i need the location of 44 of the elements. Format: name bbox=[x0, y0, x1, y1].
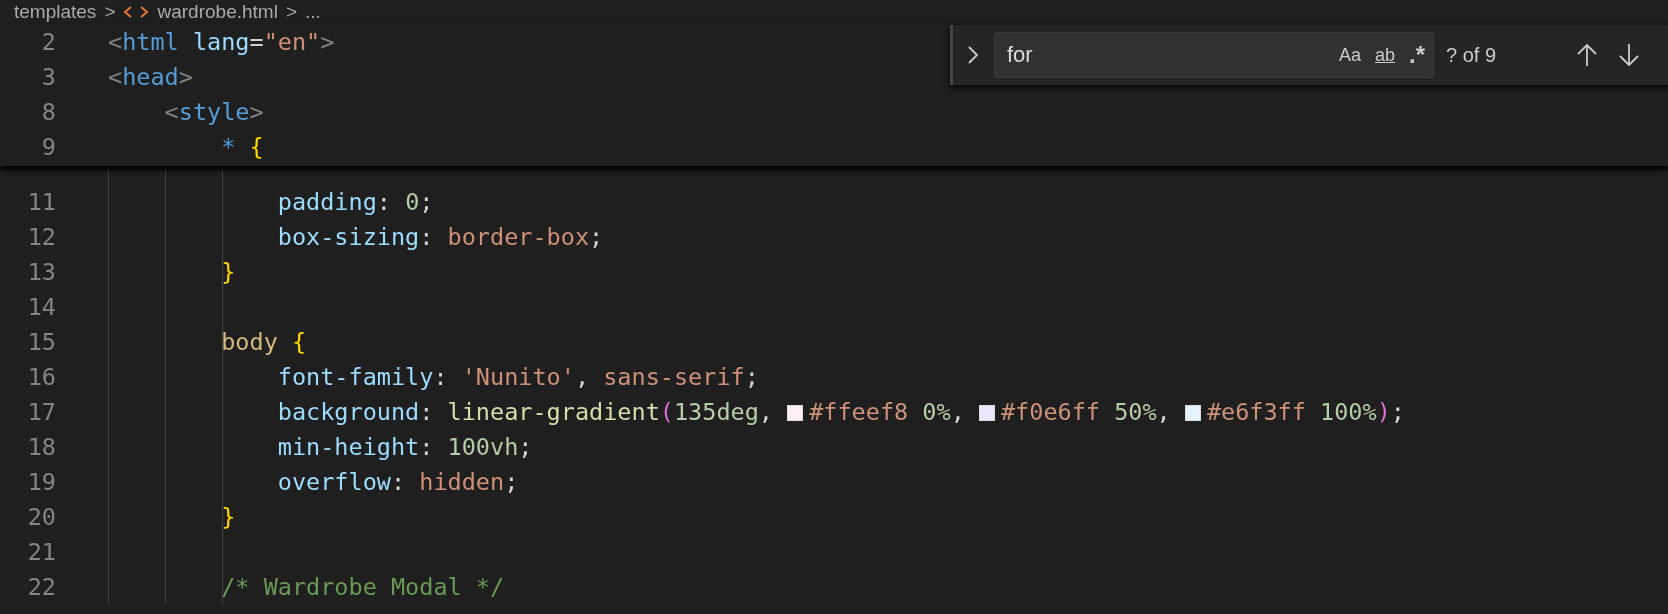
line-number: 3 bbox=[40, 62, 56, 91]
match-count: ? of 9 bbox=[1446, 43, 1498, 67]
code-line: } bbox=[220, 257, 236, 286]
arrow-down-icon[interactable] bbox=[1618, 42, 1640, 68]
line-number: 16 bbox=[26, 362, 56, 391]
code-line: <head> bbox=[108, 62, 193, 91]
code-line: background: linear-gradient(135deg, #ffeef8 0%, #f0e6ff 50%, #e6f3ff 100%); bbox=[276, 397, 1405, 426]
code-line: padding: 0; bbox=[276, 187, 434, 216]
code-line: <style> bbox=[163, 97, 264, 126]
line-number: 14 bbox=[26, 292, 56, 321]
line-number: 20 bbox=[26, 502, 56, 531]
line-number: 17 bbox=[26, 397, 56, 426]
line-number: 8 bbox=[40, 97, 56, 126]
line-number: 9 bbox=[40, 132, 56, 161]
line-number: 18 bbox=[26, 432, 56, 461]
line-number: 13 bbox=[26, 257, 56, 286]
find-input-field[interactable]: for Aa ab .* bbox=[994, 32, 1434, 78]
code-line: <html lang="en"> bbox=[108, 27, 335, 56]
code-line: /* Wardrobe Modal */ bbox=[220, 572, 505, 601]
regex-toggle[interactable]: .* bbox=[1409, 41, 1425, 69]
whole-word-toggle[interactable]: ab bbox=[1374, 44, 1395, 66]
breadcrumb-file[interactable]: wardrobe.html bbox=[157, 1, 278, 23]
line-number: 11 bbox=[26, 187, 56, 216]
code-line: font-family: 'Nunito', sans-serif; bbox=[276, 362, 759, 391]
code-line: * { bbox=[220, 132, 264, 161]
code-line: body { bbox=[220, 327, 307, 356]
line-number: 2 bbox=[40, 27, 56, 56]
line-number: 22 bbox=[26, 572, 56, 601]
breadcrumb-separator: > bbox=[285, 1, 297, 23]
line-number: 15 bbox=[26, 327, 56, 356]
breadcrumb-separator: > bbox=[104, 1, 116, 23]
code-line: min-height: 100vh; bbox=[276, 432, 533, 461]
breadcrumb-folder[interactable]: templates bbox=[14, 1, 97, 23]
code-line: } bbox=[220, 502, 236, 531]
breadcrumb-more[interactable]: ... bbox=[305, 1, 321, 23]
code-line: box-sizing: border-box; bbox=[276, 222, 604, 251]
line-number: 19 bbox=[26, 467, 56, 496]
line-number: 21 bbox=[26, 537, 56, 566]
expand-chevron-icon[interactable] bbox=[966, 44, 980, 66]
code-file-icon bbox=[123, 5, 150, 19]
arrow-up-icon[interactable] bbox=[1576, 42, 1598, 68]
code-line: overflow: hidden; bbox=[276, 467, 519, 496]
match-case-toggle[interactable]: Aa bbox=[1338, 44, 1361, 66]
line-number: 12 bbox=[26, 222, 56, 251]
